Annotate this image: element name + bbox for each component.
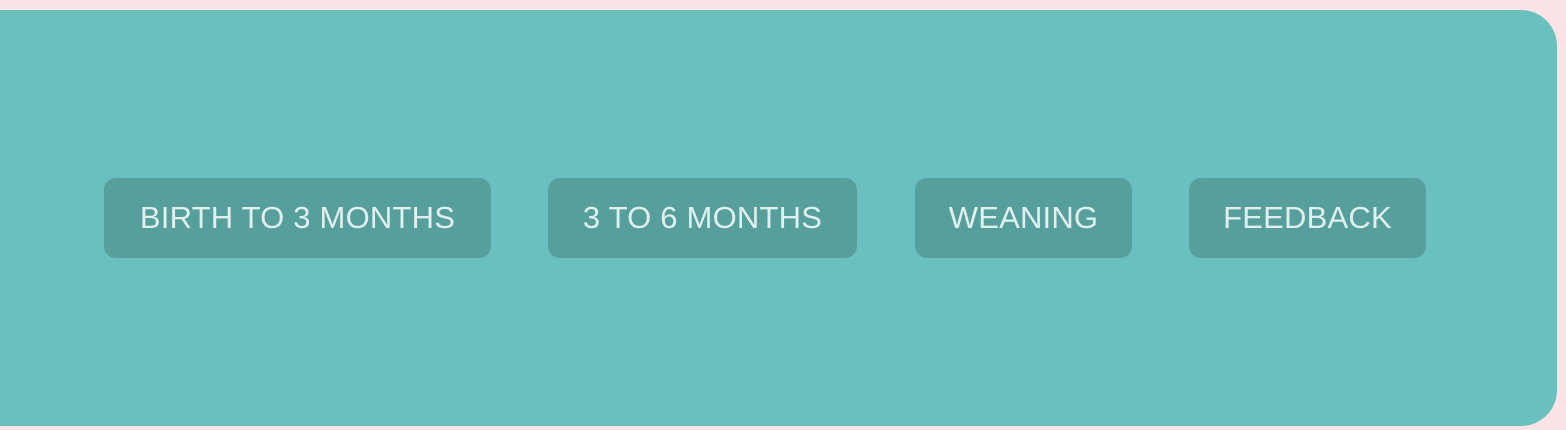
nav-button-3-to-6-months[interactable]: 3 TO 6 MONTHS xyxy=(548,178,857,258)
nav-button-feedback[interactable]: FEEDBACK xyxy=(1189,178,1426,258)
nav-bar: BIRTH TO 3 MONTHS 3 TO 6 MONTHS WEANING … xyxy=(0,178,1557,258)
nav-panel: BIRTH TO 3 MONTHS 3 TO 6 MONTHS WEANING … xyxy=(0,10,1557,426)
nav-button-birth-to-3-months[interactable]: BIRTH TO 3 MONTHS xyxy=(104,178,491,258)
nav-button-weaning[interactable]: WEANING xyxy=(915,178,1132,258)
